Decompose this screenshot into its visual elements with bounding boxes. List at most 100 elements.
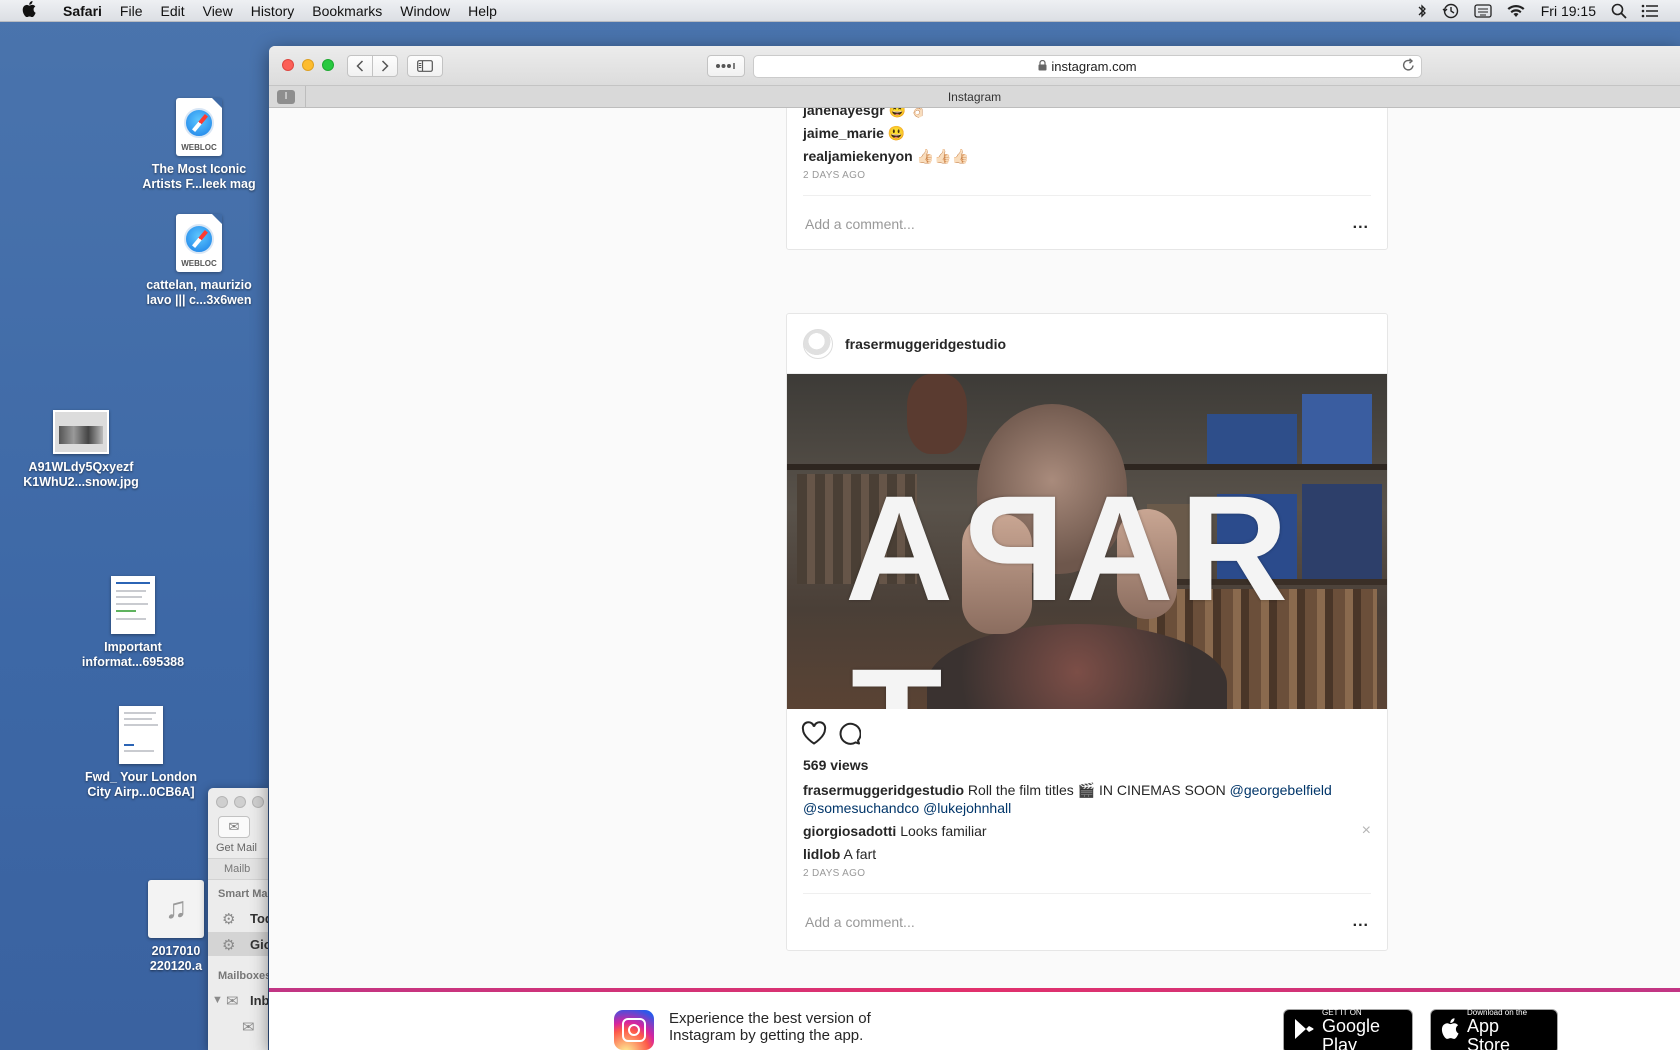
url-text: instagram.com <box>1051 59 1137 74</box>
post-username[interactable]: frasermuggeridgestudio <box>845 336 1006 352</box>
mention-link[interactable]: @somesuchandco <box>803 800 919 816</box>
mail-close-button[interactable] <box>216 796 228 808</box>
comment-button[interactable] <box>837 718 873 748</box>
menu-file[interactable]: File <box>111 0 152 22</box>
overlay-title-text: APART <box>845 462 1387 709</box>
get-mail-label: Get Mail <box>216 842 257 854</box>
add-comment-row: Add a comment... ... <box>803 893 1371 949</box>
comment-username[interactable]: realjamiekenyon <box>803 148 913 164</box>
keyboard-input-icon[interactable] <box>1467 0 1499 22</box>
desktop-icon-london-city-airport[interactable]: Fwd_ Your London City Airp...0CB6A] <box>76 706 206 800</box>
like-button[interactable] <box>801 718 837 748</box>
desktop-icon-webloc-cattelan[interactable]: WEBLOC cattelan, maurizio lavo ||| c...3… <box>134 214 264 308</box>
inbox-tray-icon: ✉ <box>226 993 239 1010</box>
favorites-overflow-button[interactable] <box>707 55 745 77</box>
post-video[interactable]: APART <box>787 374 1387 709</box>
gear-icon: ⚙ <box>222 911 236 928</box>
comment: realjamiekenyon 👍🏻👍🏻👍🏻 <box>803 147 1371 165</box>
window-zoom-button[interactable] <box>322 59 334 71</box>
mailboxes-toggle-label: Mailb <box>224 863 251 875</box>
comment-text: 😃 <box>887 125 906 141</box>
caption-username[interactable]: frasermuggeridgestudio <box>803 782 964 798</box>
clock[interactable]: Fri 19:15 <box>1533 3 1604 19</box>
view-count[interactable]: 569 views <box>787 757 1387 773</box>
lock-icon <box>1038 59 1047 74</box>
add-comment-input[interactable]: Add a comment... <box>805 914 915 930</box>
google-play-button[interactable]: GET IT ON Google Play <box>1283 1008 1413 1050</box>
menu-safari[interactable]: Safari <box>54 0 111 22</box>
comment-username[interactable]: janehayesgr <box>803 108 885 118</box>
apple-menu-icon[interactable] <box>18 0 40 21</box>
instagram-post-previous: janehayesgr 😄 👌🏻 jaime_marie 😃 realjamie… <box>786 108 1388 250</box>
desktop-icon-snow-photo[interactable]: A91WLdy5Qxyezf K1WhU2...snow.jpg <box>16 410 146 490</box>
desktop-icon-label: A91WLdy5Qxyezf K1WhU2...snow.jpg <box>23 460 139 489</box>
smart-mailbox-gio[interactable]: ⚙ Gio <box>208 932 268 956</box>
spotlight-search-icon[interactable] <box>1604 0 1634 22</box>
back-button[interactable] <box>347 55 373 77</box>
post-timestamp[interactable]: 2 DAYS AGO <box>803 868 1371 879</box>
wifi-icon[interactable] <box>1499 0 1533 22</box>
mail-minimize-button[interactable] <box>234 796 246 808</box>
desktop-icon-webloc-iconic-artists[interactable]: WEBLOC The Most Iconic Artists F...leek … <box>134 98 264 192</box>
promo-line: Experience the best version of <box>669 1010 871 1027</box>
mention-link[interactable]: @lukejohnhall <box>923 800 1011 816</box>
menu-bookmarks[interactable]: Bookmarks <box>303 0 391 22</box>
comment-username[interactable]: jaime_marie <box>803 125 884 141</box>
post-actions <box>787 709 1387 757</box>
disclosure-triangle-icon[interactable]: ▼ <box>212 994 223 1006</box>
smart-mailbox-label: Gio <box>250 937 268 952</box>
tab-instagram[interactable]: Instagram <box>948 90 1001 104</box>
title-letter: T <box>845 635 943 709</box>
more-options-button[interactable]: ... <box>1353 215 1369 233</box>
time-machine-icon[interactable] <box>1435 0 1467 22</box>
comment-username[interactable]: lidlob <box>803 846 840 862</box>
mailbox-sub-item[interactable]: ✉ <box>208 1014 268 1038</box>
app-store-button[interactable]: Download on the App Store <box>1430 1008 1558 1050</box>
avatar[interactable] <box>803 328 833 359</box>
webloc-file-icon: WEBLOC <box>176 214 222 272</box>
safari-window: instagram.com I Instagram janehayesgr 😄 … <box>269 46 1680 1050</box>
smart-mailbox-label: Tod <box>250 911 268 926</box>
chevron-left-icon <box>356 60 364 72</box>
bluetooth-icon[interactable] <box>1409 0 1435 22</box>
menu-edit[interactable]: Edit <box>151 0 193 22</box>
envelope-icon: ✉ <box>228 819 240 834</box>
menu-view[interactable]: View <box>194 0 242 22</box>
menu-help[interactable]: Help <box>459 0 506 22</box>
add-comment-row: Add a comment... ... <box>803 195 1371 251</box>
desktop-icon-label: The Most Iconic Artists F...leek mag <box>142 162 256 191</box>
gear-icon: ⚙ <box>222 937 236 954</box>
title-letter: A <box>845 464 960 632</box>
delete-comment-icon[interactable]: × <box>1362 822 1371 840</box>
comment-username[interactable]: giorgiosadotti <box>803 823 896 839</box>
mailboxes-toggle[interactable]: Mailb <box>208 858 268 880</box>
document-file-icon <box>111 576 155 634</box>
get-mail-button[interactable]: ✉ <box>218 816 250 838</box>
smart-mailbox-today[interactable]: ⚙ Tod <box>208 906 268 930</box>
more-options-button[interactable]: ... <box>1353 913 1369 931</box>
pinned-tab[interactable]: I <box>277 90 295 104</box>
document-file-icon <box>119 706 163 764</box>
mailbox-label: Inb <box>250 993 268 1008</box>
notification-center-icon[interactable] <box>1634 0 1666 22</box>
desktop-icon-important-information[interactable]: Important informat...695388 <box>68 576 198 670</box>
forward-button[interactable] <box>372 55 398 77</box>
get-app-banner: Experience the best version of Instagram… <box>269 988 1680 1050</box>
mailbox-inbox[interactable]: ▼ ✉ Inb <box>208 988 268 1012</box>
music-note-icon: ♫ <box>148 880 204 938</box>
address-bar[interactable]: instagram.com <box>753 55 1422 78</box>
sidebar-toggle-button[interactable] <box>407 55 443 77</box>
comment: jaime_marie 😃 <box>803 124 1371 142</box>
mail-window[interactable]: ✉ Get Mail Mailb Smart Ma ⚙ Tod ⚙ Gio Ma… <box>208 788 268 1050</box>
menu-window[interactable]: Window <box>391 0 459 22</box>
mail-zoom-button[interactable] <box>252 796 264 808</box>
window-minimize-button[interactable] <box>302 59 314 71</box>
add-comment-input[interactable]: Add a comment... <box>805 216 915 232</box>
window-close-button[interactable] <box>282 59 294 71</box>
comment-text: A fart <box>843 846 877 862</box>
post-timestamp[interactable]: 2 DAYS AGO <box>803 170 1371 181</box>
menu-history[interactable]: History <box>242 0 304 22</box>
mention-link[interactable]: @georgebelfield <box>1230 782 1332 798</box>
sidebar-icon <box>417 60 433 72</box>
reload-icon[interactable] <box>1402 58 1415 75</box>
